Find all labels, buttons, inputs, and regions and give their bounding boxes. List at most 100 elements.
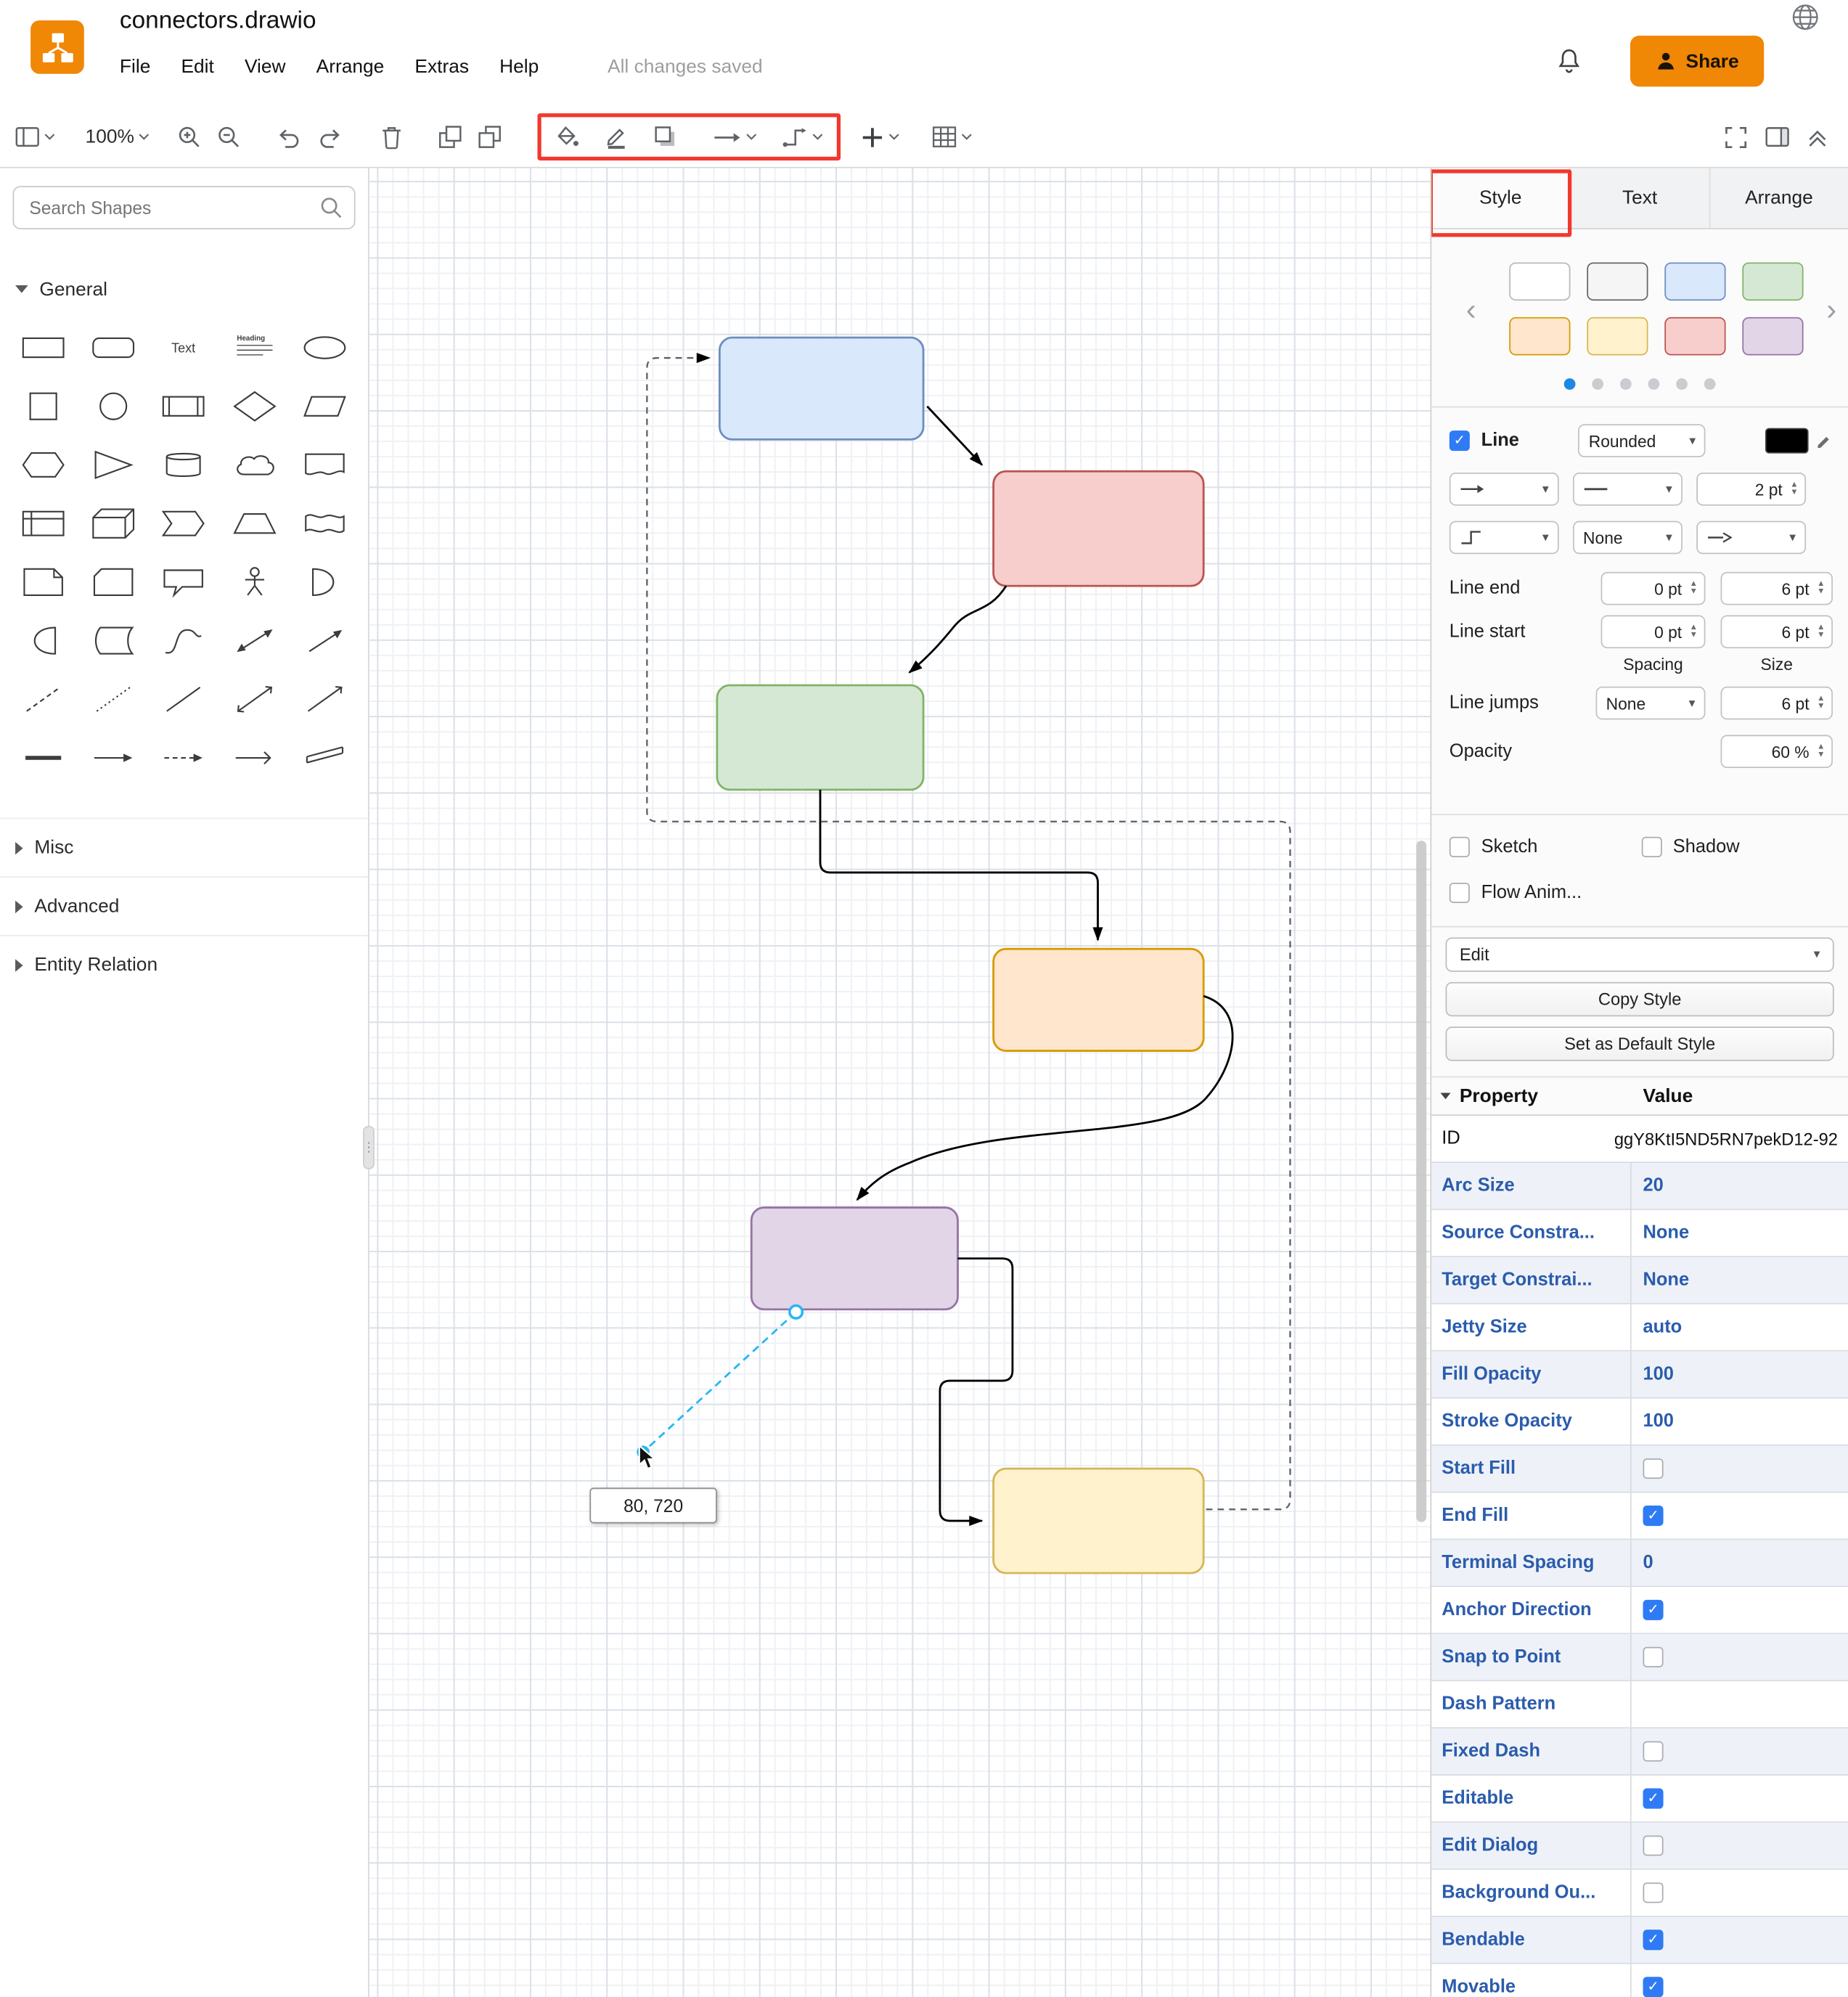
property-row-anchor-direction[interactable]: Anchor Direction bbox=[1431, 1587, 1848, 1634]
collapse-expand-button[interactable] bbox=[1807, 127, 1828, 147]
share-button[interactable]: Share bbox=[1630, 36, 1764, 86]
property-row-terminal-spacing[interactable]: Terminal Spacing0 bbox=[1431, 1540, 1848, 1587]
shape-dashed-arrow-icon[interactable] bbox=[149, 729, 219, 788]
zoom-in-button[interactable] bbox=[178, 125, 202, 149]
shape-rounded-rectangle-icon[interactable] bbox=[78, 319, 149, 377]
waypoints-style-select[interactable]: None ▾ bbox=[1573, 521, 1683, 555]
line-checkbox[interactable] bbox=[1450, 430, 1470, 451]
line-pattern-select[interactable]: ▾ bbox=[1573, 473, 1683, 506]
zoom-select[interactable]: 100% bbox=[86, 126, 150, 148]
stepper-arrows-icon[interactable]: ▲▼ bbox=[1690, 624, 1698, 640]
property-checkbox[interactable] bbox=[1643, 1741, 1664, 1762]
view-panels-button[interactable] bbox=[15, 126, 54, 148]
property-row-fixed-dash[interactable]: Fixed Dash bbox=[1431, 1728, 1848, 1776]
delete-button[interactable] bbox=[381, 125, 403, 149]
shape-card-icon[interactable] bbox=[78, 553, 149, 612]
property-row-background-ou[interactable]: Background Ou... bbox=[1431, 1870, 1848, 1917]
menu-edit[interactable]: Edit bbox=[181, 56, 213, 78]
sidebar-section-entity-relation[interactable]: Entity Relation bbox=[0, 935, 368, 994]
shape-bidirectional-connector-icon[interactable] bbox=[219, 670, 290, 729]
line-color-button[interactable] bbox=[605, 125, 629, 149]
menu-help[interactable]: Help bbox=[499, 56, 539, 78]
language-globe-icon[interactable] bbox=[1791, 3, 1820, 38]
preset-page-dot-2[interactable] bbox=[1620, 378, 1632, 390]
shape-or-icon[interactable] bbox=[290, 553, 360, 612]
property-row-fill-opacity[interactable]: Fill Opacity100 bbox=[1431, 1352, 1848, 1399]
property-checkbox[interactable] bbox=[1643, 1458, 1664, 1479]
edit-style-button[interactable]: Edit ▾ bbox=[1446, 937, 1834, 971]
search-shapes-input[interactable] bbox=[13, 186, 356, 229]
property-row-movable[interactable]: Movable bbox=[1431, 1964, 1848, 1997]
shape-cube-icon[interactable] bbox=[78, 494, 149, 553]
line-color-swatch[interactable] bbox=[1765, 428, 1809, 454]
shape-horizontal-arrow-icon[interactable] bbox=[78, 729, 149, 788]
property-row-snap-to-point[interactable]: Snap to Point bbox=[1431, 1634, 1848, 1681]
node-red[interactable] bbox=[994, 471, 1204, 586]
copy-style-button[interactable]: Copy Style bbox=[1446, 982, 1834, 1016]
line-end-spacing-stepper[interactable]: 0 pt ▲▼ bbox=[1601, 572, 1706, 605]
shape-ellipse-icon[interactable] bbox=[290, 319, 360, 377]
menu-arrange[interactable]: Arrange bbox=[316, 56, 385, 78]
property-checkbox[interactable] bbox=[1643, 1600, 1664, 1620]
stepper-arrows-icon[interactable]: ▲▼ bbox=[1790, 481, 1798, 497]
property-checkbox[interactable] bbox=[1643, 1506, 1664, 1526]
shape-text-icon[interactable]: Text bbox=[149, 319, 219, 377]
preset-page-dot-0[interactable] bbox=[1564, 378, 1576, 390]
shape-trapezoid-icon[interactable] bbox=[219, 494, 290, 553]
shape-bold-line-icon[interactable] bbox=[8, 729, 78, 788]
sidebar-section-misc[interactable]: Misc bbox=[0, 817, 368, 876]
menu-view[interactable]: View bbox=[245, 56, 286, 78]
shape-tape-icon[interactable] bbox=[290, 494, 360, 553]
sketch-option[interactable]: Sketch bbox=[1450, 837, 1641, 857]
shape-diamond-icon[interactable] bbox=[219, 377, 290, 436]
stepper-arrows-icon[interactable]: ▲▼ bbox=[1817, 624, 1825, 640]
sketch-checkbox[interactable] bbox=[1450, 837, 1470, 857]
preset-page-dot-4[interactable] bbox=[1676, 378, 1688, 390]
connection-arrow-select[interactable]: ▾ bbox=[1450, 473, 1559, 506]
shadow-checkbox[interactable] bbox=[1641, 837, 1661, 857]
edge-blue-to-red[interactable] bbox=[927, 407, 981, 465]
shadow-button[interactable] bbox=[654, 125, 678, 149]
flow-animation-checkbox[interactable] bbox=[1450, 883, 1470, 903]
drawing-canvas[interactable]: 80, 720 bbox=[369, 168, 1431, 1997]
opacity-stepper[interactable]: 60 % ▲▼ bbox=[1721, 735, 1833, 768]
fit-page-button[interactable] bbox=[1725, 126, 1748, 149]
node-green[interactable] bbox=[717, 685, 923, 790]
style-preset-gray[interactable] bbox=[1587, 262, 1648, 301]
shape-line-icon[interactable] bbox=[149, 670, 219, 729]
shape-circle-icon[interactable] bbox=[78, 377, 149, 436]
style-preset-purple[interactable] bbox=[1742, 317, 1803, 356]
node-yellow[interactable] bbox=[994, 1469, 1204, 1573]
connection-style-button[interactable] bbox=[714, 129, 757, 144]
notifications-bell-icon[interactable] bbox=[1556, 47, 1582, 81]
property-row-source-constra[interactable]: Source Constra...None bbox=[1431, 1210, 1848, 1257]
sidebar-section-advanced[interactable]: Advanced bbox=[0, 876, 368, 935]
stepper-arrows-icon[interactable]: ▲▼ bbox=[1690, 581, 1698, 596]
style-preset-blue[interactable] bbox=[1664, 262, 1725, 301]
shape-curve-icon[interactable] bbox=[149, 611, 219, 670]
format-panel-toggle-button[interactable] bbox=[1765, 126, 1789, 148]
property-checkbox[interactable] bbox=[1643, 1647, 1664, 1667]
shape-arrow-icon[interactable] bbox=[290, 611, 360, 670]
shape-cylinder-icon[interactable] bbox=[149, 436, 219, 494]
to-front-button[interactable] bbox=[438, 125, 462, 149]
node-purple[interactable] bbox=[751, 1207, 957, 1309]
shape-internal-storage-icon[interactable] bbox=[8, 494, 78, 553]
edge-in-progress[interactable] bbox=[643, 1312, 796, 1452]
property-checkbox[interactable] bbox=[1643, 1835, 1664, 1855]
menu-extras[interactable]: Extras bbox=[414, 56, 469, 78]
property-row-id[interactable]: IDggY8KtI5ND5RN7pekD12-92 bbox=[1431, 1116, 1848, 1163]
node-blue[interactable] bbox=[719, 338, 923, 439]
to-back-button[interactable] bbox=[478, 125, 502, 149]
style-preset-yellow[interactable] bbox=[1587, 317, 1648, 356]
redo-button[interactable] bbox=[318, 126, 343, 149]
edge-red-to-green[interactable] bbox=[909, 586, 1006, 672]
shape-rectangle-icon[interactable] bbox=[8, 319, 78, 377]
shape-bidirectional-arrow-icon[interactable] bbox=[219, 611, 290, 670]
property-row-start-fill[interactable]: Start Fill bbox=[1431, 1446, 1848, 1493]
shape-square-icon[interactable] bbox=[8, 377, 78, 436]
table-button[interactable] bbox=[933, 126, 972, 148]
property-checkbox[interactable] bbox=[1643, 1789, 1664, 1809]
property-row-jetty-size[interactable]: Jetty Sizeauto bbox=[1431, 1304, 1848, 1352]
node-orange[interactable] bbox=[994, 949, 1204, 1050]
